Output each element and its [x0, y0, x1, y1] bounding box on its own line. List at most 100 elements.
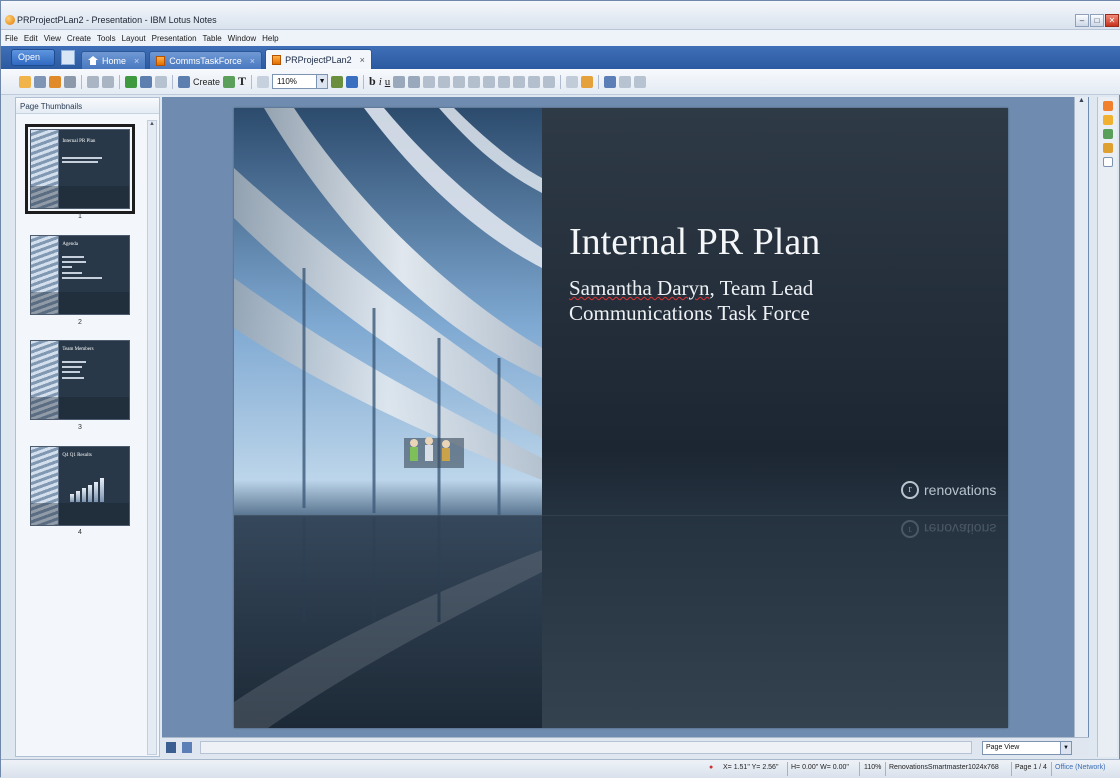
menu-create[interactable]: Create — [67, 34, 91, 43]
print-icon[interactable] — [64, 75, 76, 88]
slide-subtitle-line2[interactable]: Communications Task Force — [569, 301, 810, 326]
more-icon[interactable] — [619, 75, 632, 88]
menu-bar: File Edit View Create Tools Layout Prese… — [1, 30, 1120, 46]
slide-subtitle-line1[interactable]: Samantha Daryn, Team Lead — [569, 276, 813, 301]
menu-file[interactable]: File — [5, 34, 18, 43]
rotate-icon[interactable] — [453, 75, 466, 88]
menu-edit[interactable]: Edit — [24, 34, 38, 43]
slide-title[interactable]: Internal PR Plan — [569, 220, 820, 264]
underline-button[interactable]: u — [385, 76, 391, 88]
cursor-coordinates: X= 1.51" Y= 2.56" — [723, 764, 779, 771]
paste-icon[interactable] — [155, 75, 167, 88]
open-list-icon[interactable] — [61, 50, 75, 65]
group-icon[interactable] — [483, 75, 496, 88]
status-divider — [1011, 762, 1012, 776]
thumbnail-title: Q4 Q1 Results — [62, 453, 92, 459]
outline-view-icon[interactable] — [182, 742, 192, 753]
menu-view[interactable]: View — [44, 34, 61, 43]
create-menu-button[interactable]: Create — [193, 77, 220, 87]
thumbnail-scrollbar[interactable]: ▲ — [147, 120, 157, 755]
subtitle-name: Samantha Daryn — [569, 276, 710, 300]
bold-button[interactable]: b — [369, 74, 376, 89]
document-icon — [156, 55, 166, 66]
spell-check-icon[interactable] — [543, 75, 556, 88]
document-icon — [272, 54, 282, 65]
outdent-icon[interactable] — [423, 75, 436, 88]
style-icon[interactable] — [346, 75, 359, 88]
menu-tools[interactable]: Tools — [97, 34, 116, 43]
thumbnail-line — [62, 371, 80, 374]
menu-layout[interactable]: Layout — [122, 34, 146, 43]
view-mode-select[interactable]: Page View ▼ — [982, 741, 1072, 755]
format-painter-icon[interactable] — [331, 75, 344, 88]
tab-bar: Open Home × CommsTaskForce × PRProjectPL… — [1, 46, 1120, 69]
slide[interactable]: Internal PR Plan Samantha Daryn, Team Le… — [234, 108, 1008, 728]
selection-size: H= 0.00" W= 0.00" — [791, 764, 849, 771]
maximize-button[interactable]: □ — [1090, 14, 1104, 27]
settings-icon[interactable] — [604, 75, 617, 88]
canvas-vertical-scrollbar[interactable]: ▲ — [1074, 97, 1088, 737]
copy-icon[interactable] — [140, 75, 152, 88]
open-folder-icon[interactable] — [19, 75, 31, 88]
create-icon — [178, 75, 190, 88]
bring-forward-icon[interactable] — [513, 75, 526, 88]
undo-icon[interactable] — [87, 75, 99, 88]
location-selector[interactable]: Office (Network) — [1055, 764, 1105, 771]
tab-prprojectplan2[interactable]: PRProjectPLan2 × — [265, 49, 372, 69]
ungroup-icon[interactable] — [498, 75, 511, 88]
fit-page-icon[interactable] — [257, 75, 270, 88]
tab-label: CommsTaskForce — [169, 55, 242, 66]
tab-close-icon[interactable]: × — [360, 55, 365, 65]
toolbar-separator — [363, 74, 365, 89]
table-icon[interactable] — [566, 75, 579, 88]
flip-icon[interactable] — [468, 75, 481, 88]
insert-image-icon[interactable] — [223, 75, 236, 88]
tab-commstaskforce[interactable]: CommsTaskForce × — [149, 51, 263, 69]
calendar-icon[interactable] — [1102, 129, 1113, 139]
notes-icon[interactable] — [1102, 157, 1113, 167]
menu-help[interactable]: Help — [262, 34, 278, 43]
minimize-button[interactable]: – — [1075, 14, 1089, 27]
brand-name: renovations — [924, 482, 997, 498]
indent-icon[interactable] — [438, 75, 451, 88]
slide-thumbnail-2[interactable]: Agenda — [30, 235, 130, 315]
menu-presentation[interactable]: Presentation — [152, 34, 197, 43]
chevron-down-icon: ▼ — [316, 75, 328, 88]
slide-thumbnail-4[interactable]: Q4 Q1 Results — [30, 446, 130, 526]
scroll-up-icon[interactable]: ▲ — [1075, 97, 1088, 109]
open-button[interactable]: Open — [11, 49, 55, 66]
slide-sorter-icon[interactable] — [166, 742, 176, 753]
redo-icon[interactable] — [102, 75, 114, 88]
toolbar-separator — [251, 74, 253, 89]
scroll-up-icon[interactable]: ▲ — [148, 121, 156, 131]
chart-icon[interactable] — [581, 75, 594, 88]
slide-thumbnail-1[interactable]: Internal PR Plan — [25, 124, 135, 214]
thumbnail-line — [62, 271, 82, 274]
slide-thumbnail-3[interactable]: Team Members — [30, 340, 130, 420]
insert-text-button[interactable]: T — [238, 74, 246, 89]
activities-icon[interactable] — [1102, 143, 1113, 153]
cut-icon[interactable] — [125, 75, 137, 88]
send-backward-icon[interactable] — [528, 75, 541, 88]
new-icon[interactable] — [49, 75, 61, 88]
zoom-select[interactable]: 110% ▼ — [272, 74, 329, 89]
canvas-horizontal-scrollbar[interactable] — [200, 741, 972, 754]
thumbnail-number: 2 — [78, 319, 82, 326]
thumbnail-line — [62, 156, 102, 159]
brand-name-reflection: renovations — [924, 521, 997, 537]
tab-close-icon[interactable]: × — [134, 56, 139, 66]
overflow-icon[interactable] — [634, 75, 647, 88]
menu-table[interactable]: Table — [203, 34, 222, 43]
bullets-icon[interactable] — [408, 75, 421, 88]
feeds-icon[interactable] — [1102, 101, 1113, 111]
close-button[interactable]: ✕ — [1105, 14, 1119, 27]
align-icon[interactable] — [393, 75, 406, 88]
italic-button[interactable]: i — [379, 76, 382, 88]
save-icon[interactable] — [34, 75, 46, 88]
tab-home[interactable]: Home × — [81, 51, 147, 69]
sametime-icon[interactable] — [1102, 115, 1113, 125]
title-bar: PRProjectPLan2 - Presentation - IBM Lotu… — [1, 1, 1120, 30]
tab-close-icon[interactable]: × — [250, 56, 255, 66]
menu-window[interactable]: Window — [228, 34, 256, 43]
status-zoom: 110% — [864, 764, 882, 771]
